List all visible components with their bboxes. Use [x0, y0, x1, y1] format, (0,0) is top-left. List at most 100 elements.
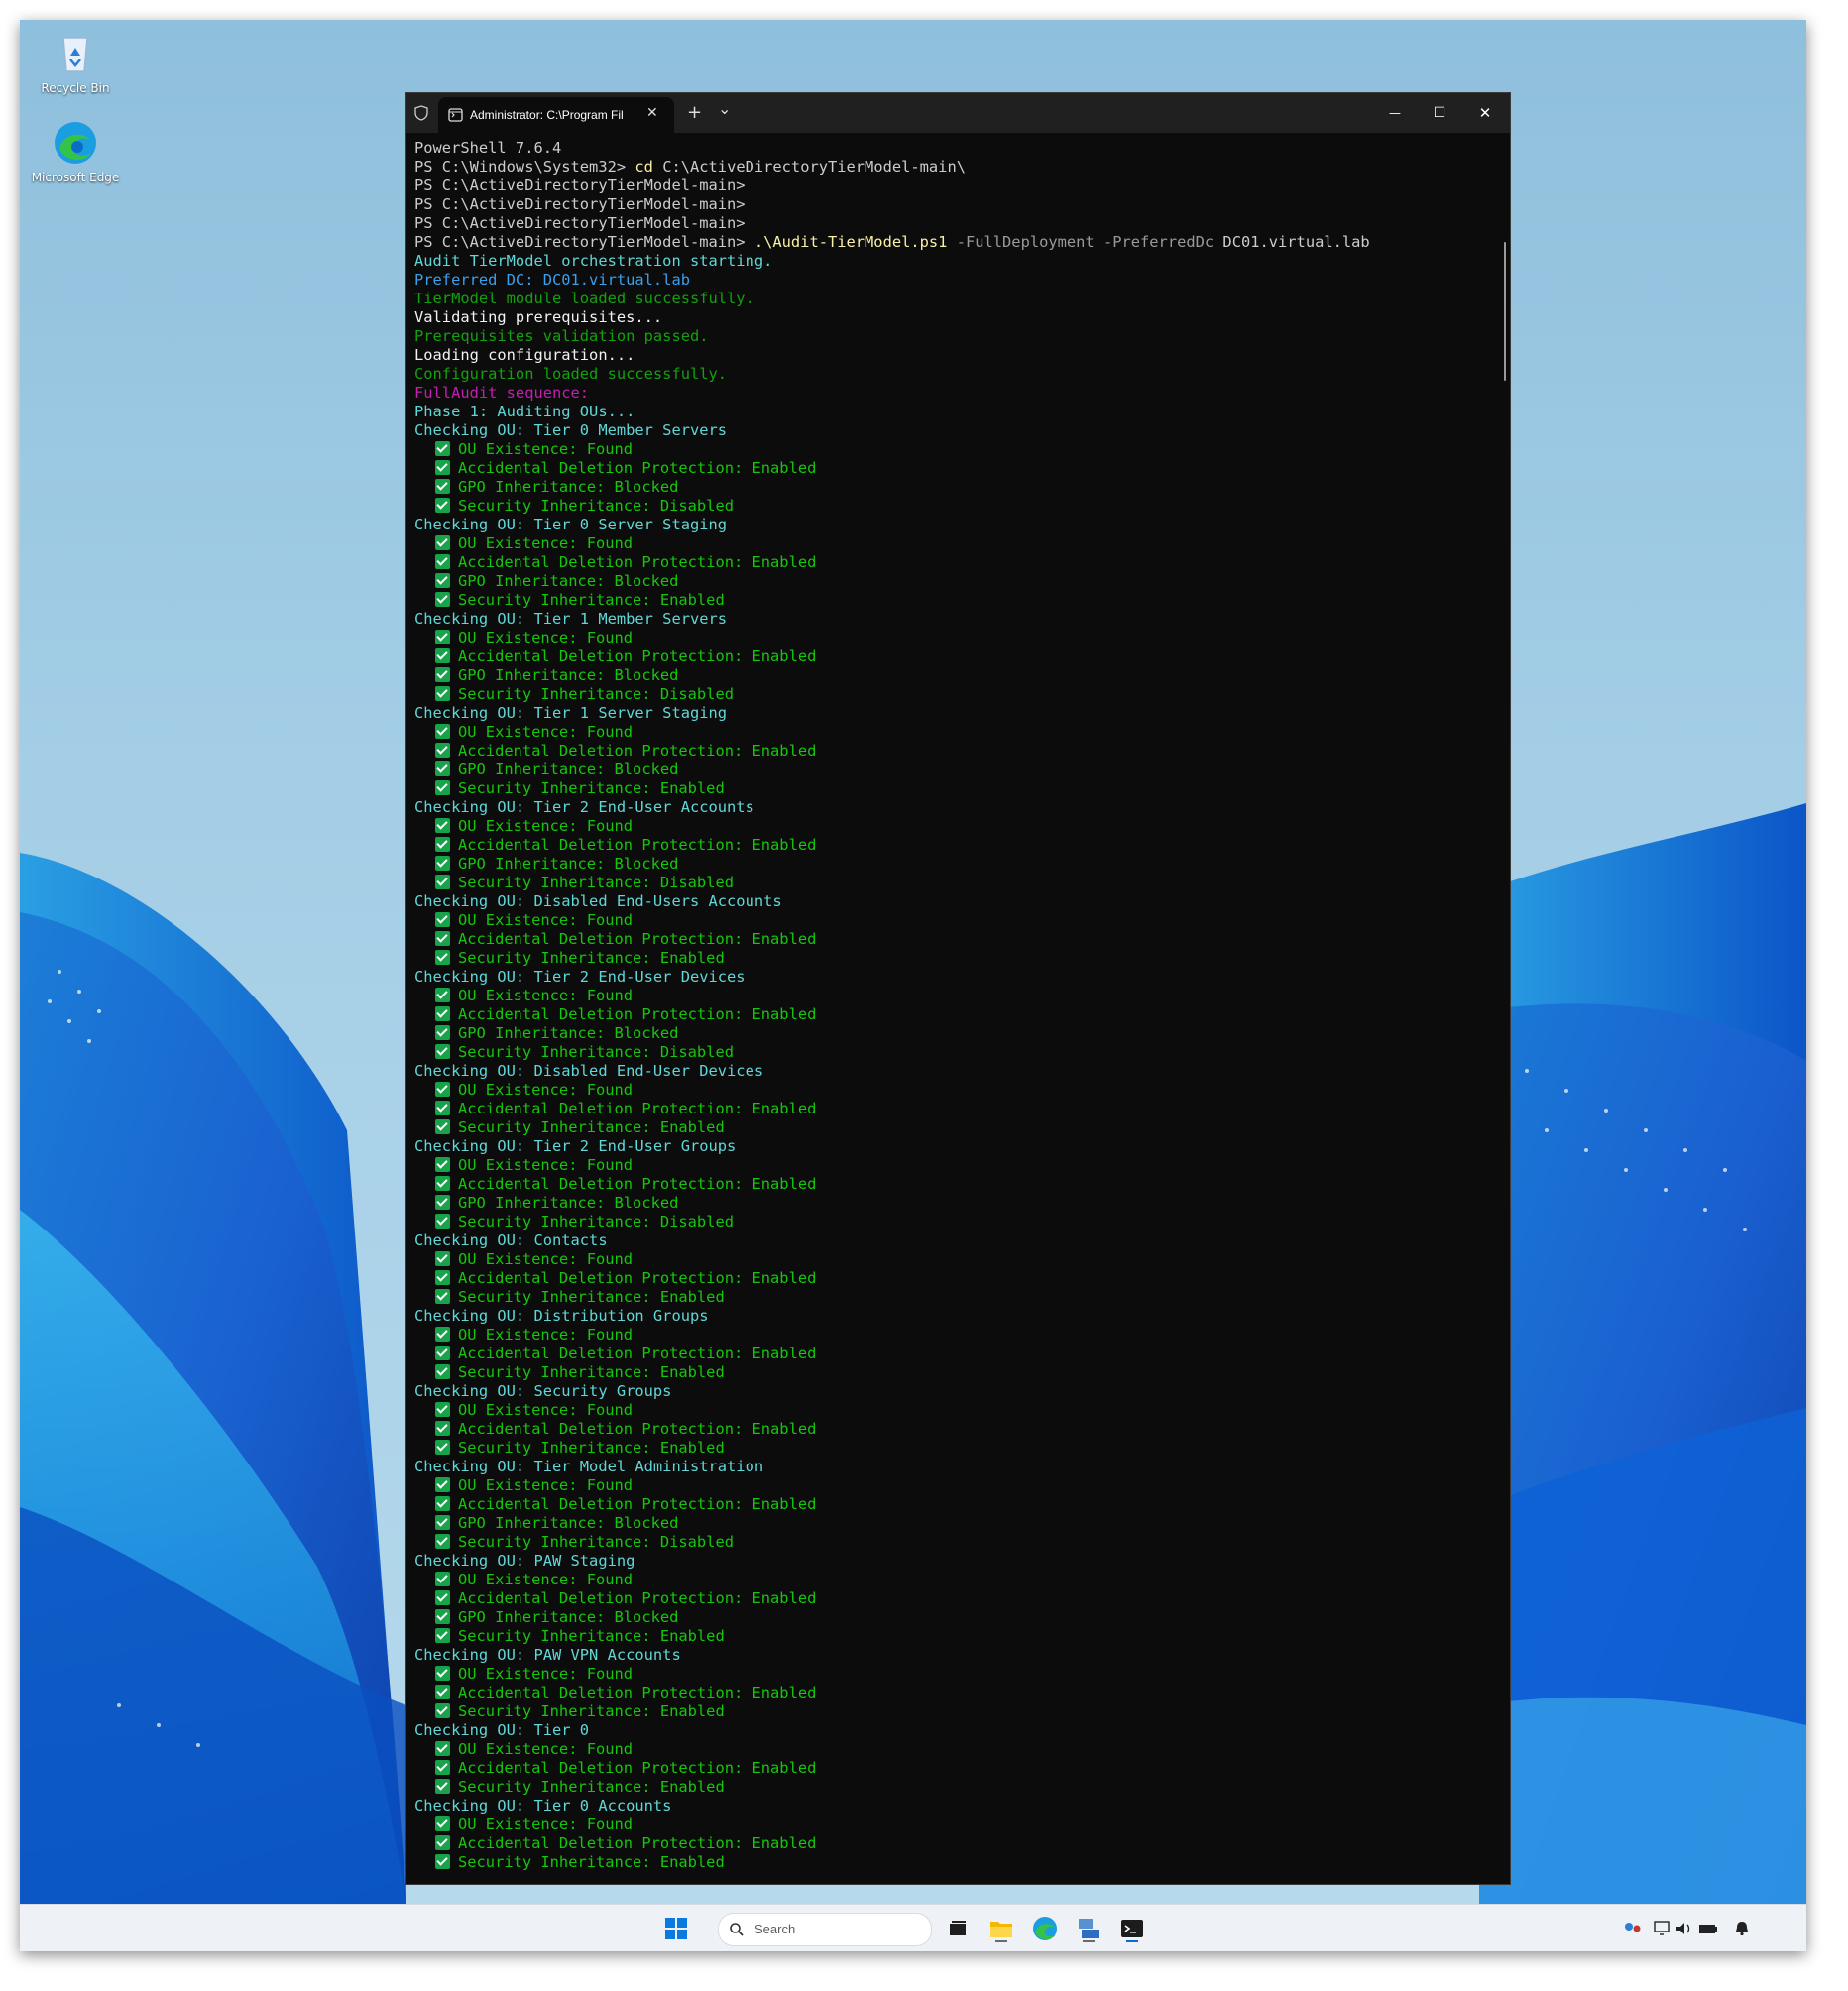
- maximize-button[interactable]: ☐: [1428, 101, 1451, 125]
- people-icon[interactable]: [1622, 1919, 1644, 1938]
- ou-check-result: GPO Inheritance: Blocked: [414, 1194, 1495, 1213]
- ou-check-result: OU Existence: Found: [414, 1156, 1495, 1175]
- check-mark-icon: [435, 648, 450, 663]
- task-view-icon[interactable]: [942, 1913, 974, 1944]
- ou-check-result: Accidental Deletion Protection: Enabled: [414, 836, 1495, 855]
- result-text: Security Inheritance: Disabled: [458, 1213, 734, 1230]
- result-text: Accidental Deletion Protection: Enabled: [458, 1269, 817, 1287]
- desktop-icon-recycle-bin[interactable]: Recycle Bin: [28, 30, 123, 95]
- ou-check-result: OU Existence: Found: [414, 723, 1495, 742]
- minimize-button[interactable]: —: [1383, 101, 1407, 125]
- check-mark-icon: [435, 1421, 450, 1436]
- taskbar: Search: [20, 1904, 1806, 1951]
- ou-check-result: OU Existence: Found: [414, 534, 1495, 553]
- tab-dropdown-button[interactable]: ⌄: [718, 99, 731, 118]
- console-text: Phase 1: Auditing OUs...: [414, 403, 635, 420]
- edge-taskbar-icon[interactable]: [1029, 1913, 1061, 1944]
- result-text: OU Existence: Found: [458, 534, 634, 552]
- check-mark-icon: [435, 1157, 450, 1172]
- close-button[interactable]: ✕: [1473, 101, 1497, 125]
- check-mark-icon: [435, 1572, 450, 1586]
- ou-check-result: Accidental Deletion Protection: Enabled: [414, 1589, 1495, 1608]
- check-mark-icon: [435, 535, 450, 550]
- result-text: Security Inheritance: Enabled: [458, 1702, 725, 1720]
- ou-check-heading: Checking OU: Distribution Groups: [414, 1307, 709, 1325]
- ou-check-heading: Checking OU: Tier 0 Member Servers: [414, 421, 728, 439]
- check-mark-icon: [435, 1685, 450, 1699]
- desktop-icon-edge[interactable]: Microsoft Edge: [28, 119, 123, 184]
- result-text: GPO Inheritance: Blocked: [458, 1608, 679, 1626]
- check-mark-icon: [435, 1270, 450, 1285]
- ou-check-result: Security Inheritance: Enabled: [414, 1118, 1495, 1137]
- result-text: OU Existence: Found: [458, 1326, 634, 1344]
- start-button[interactable]: [660, 1913, 692, 1944]
- ou-check-result: OU Existence: Found: [414, 987, 1495, 1005]
- ou-check-result: Security Inheritance: Enabled: [414, 591, 1495, 610]
- ou-check-result: OU Existence: Found: [414, 1476, 1495, 1495]
- volume-icon[interactable]: [1674, 1919, 1695, 1938]
- search-icon: [730, 1923, 744, 1936]
- ou-check-heading: Checking OU: Tier 2 End-User Groups: [414, 1137, 737, 1155]
- ou-check-result: OU Existence: Found: [414, 1571, 1495, 1589]
- check-mark-icon: [435, 1854, 450, 1869]
- terminal-taskbar-icon[interactable]: [1116, 1913, 1148, 1944]
- check-mark-icon: [435, 724, 450, 739]
- tab-administrator[interactable]: Administrator: C:\Program Fil ✕: [438, 97, 674, 133]
- console-line: Loading configuration...: [414, 346, 1495, 365]
- scrollbar[interactable]: [1504, 242, 1506, 381]
- ou-check-result: GPO Inheritance: Blocked: [414, 478, 1495, 497]
- result-text: Accidental Deletion Protection: Enabled: [458, 1345, 817, 1362]
- check-mark-icon: [435, 1703, 450, 1718]
- ou-check-result: GPO Inheritance: Blocked: [414, 666, 1495, 685]
- ou-check-result: Security Inheritance: Enabled: [414, 1702, 1495, 1721]
- check-mark-icon: [435, 1346, 450, 1360]
- console-text: DC01.virtual.lab: [1222, 233, 1370, 251]
- ou-check-result: Security Inheritance: Enabled: [414, 1627, 1495, 1646]
- console-text: cd: [635, 158, 653, 176]
- check-mark-icon: [435, 667, 450, 682]
- notification-icon[interactable]: [1731, 1919, 1753, 1938]
- ou-check-heading: Checking OU: Tier 0 Server Staging: [414, 516, 728, 533]
- ou-check-result: Accidental Deletion Protection: Enabled: [414, 1005, 1495, 1024]
- result-text: Accidental Deletion Protection: Enabled: [458, 1100, 817, 1117]
- ou-check-result: Accidental Deletion Protection: Enabled: [414, 459, 1495, 478]
- tab-title: Administrator: C:\Program Fil: [470, 108, 624, 122]
- network-icon[interactable]: [1652, 1919, 1674, 1938]
- result-text: OU Existence: Found: [458, 817, 634, 835]
- new-tab-button[interactable]: +: [687, 102, 702, 123]
- ou-check-heading: Checking OU: Disabled End-User Devices: [414, 1062, 764, 1080]
- file-explorer-icon[interactable]: [985, 1913, 1017, 1944]
- ou-check-result: OU Existence: Found: [414, 1250, 1495, 1269]
- result-text: Accidental Deletion Protection: Enabled: [458, 647, 817, 665]
- check-mark-icon: [435, 573, 450, 588]
- console-text: -FullDeployment -PreferredDc: [947, 233, 1223, 251]
- ou-check-result: Security Inheritance: Enabled: [414, 779, 1495, 798]
- result-text: Accidental Deletion Protection: Enabled: [458, 1495, 817, 1513]
- check-mark-icon: [435, 1119, 450, 1134]
- ou-check-result: Accidental Deletion Protection: Enabled: [414, 1759, 1495, 1778]
- ou-check-result: OU Existence: Found: [414, 1401, 1495, 1420]
- console-text: Preferred DC: DC01.virtual.lab: [414, 271, 690, 289]
- ou-check-heading: Checking OU: Security Groups: [414, 1382, 672, 1400]
- check-mark-icon: [435, 780, 450, 795]
- battery-icon[interactable]: [1697, 1919, 1719, 1938]
- result-text: Accidental Deletion Protection: Enabled: [458, 1834, 817, 1852]
- close-tab-icon[interactable]: ✕: [646, 105, 658, 121]
- console-text: FullAudit sequence:: [414, 384, 590, 402]
- check-mark-icon: [435, 1609, 450, 1624]
- ou-check-result: Accidental Deletion Protection: Enabled: [414, 1834, 1495, 1853]
- server-manager-icon[interactable]: [1073, 1913, 1104, 1944]
- check-mark-icon: [435, 818, 450, 833]
- terminal-window[interactable]: Administrator: C:\Program Fil ✕ + ⌄ — ☐ …: [405, 92, 1511, 1885]
- terminal-output[interactable]: PowerShell 7.6.4 PS C:\Windows\System32> …: [414, 139, 1495, 1876]
- check-mark-icon: [435, 460, 450, 475]
- result-text: GPO Inheritance: Blocked: [458, 1024, 679, 1042]
- ou-check-result: Accidental Deletion Protection: Enabled: [414, 1175, 1495, 1194]
- search-box[interactable]: Search: [718, 1913, 932, 1946]
- result-text: Security Inheritance: Enabled: [458, 1853, 725, 1871]
- ou-check-result: Security Inheritance: Disabled: [414, 1043, 1495, 1062]
- terminal-titlebar[interactable]: Administrator: C:\Program Fil ✕ + ⌄ — ☐ …: [406, 93, 1510, 133]
- ou-check-result: GPO Inheritance: Blocked: [414, 855, 1495, 874]
- ou-check-result: GPO Inheritance: Blocked: [414, 1024, 1495, 1043]
- check-mark-icon: [435, 1666, 450, 1681]
